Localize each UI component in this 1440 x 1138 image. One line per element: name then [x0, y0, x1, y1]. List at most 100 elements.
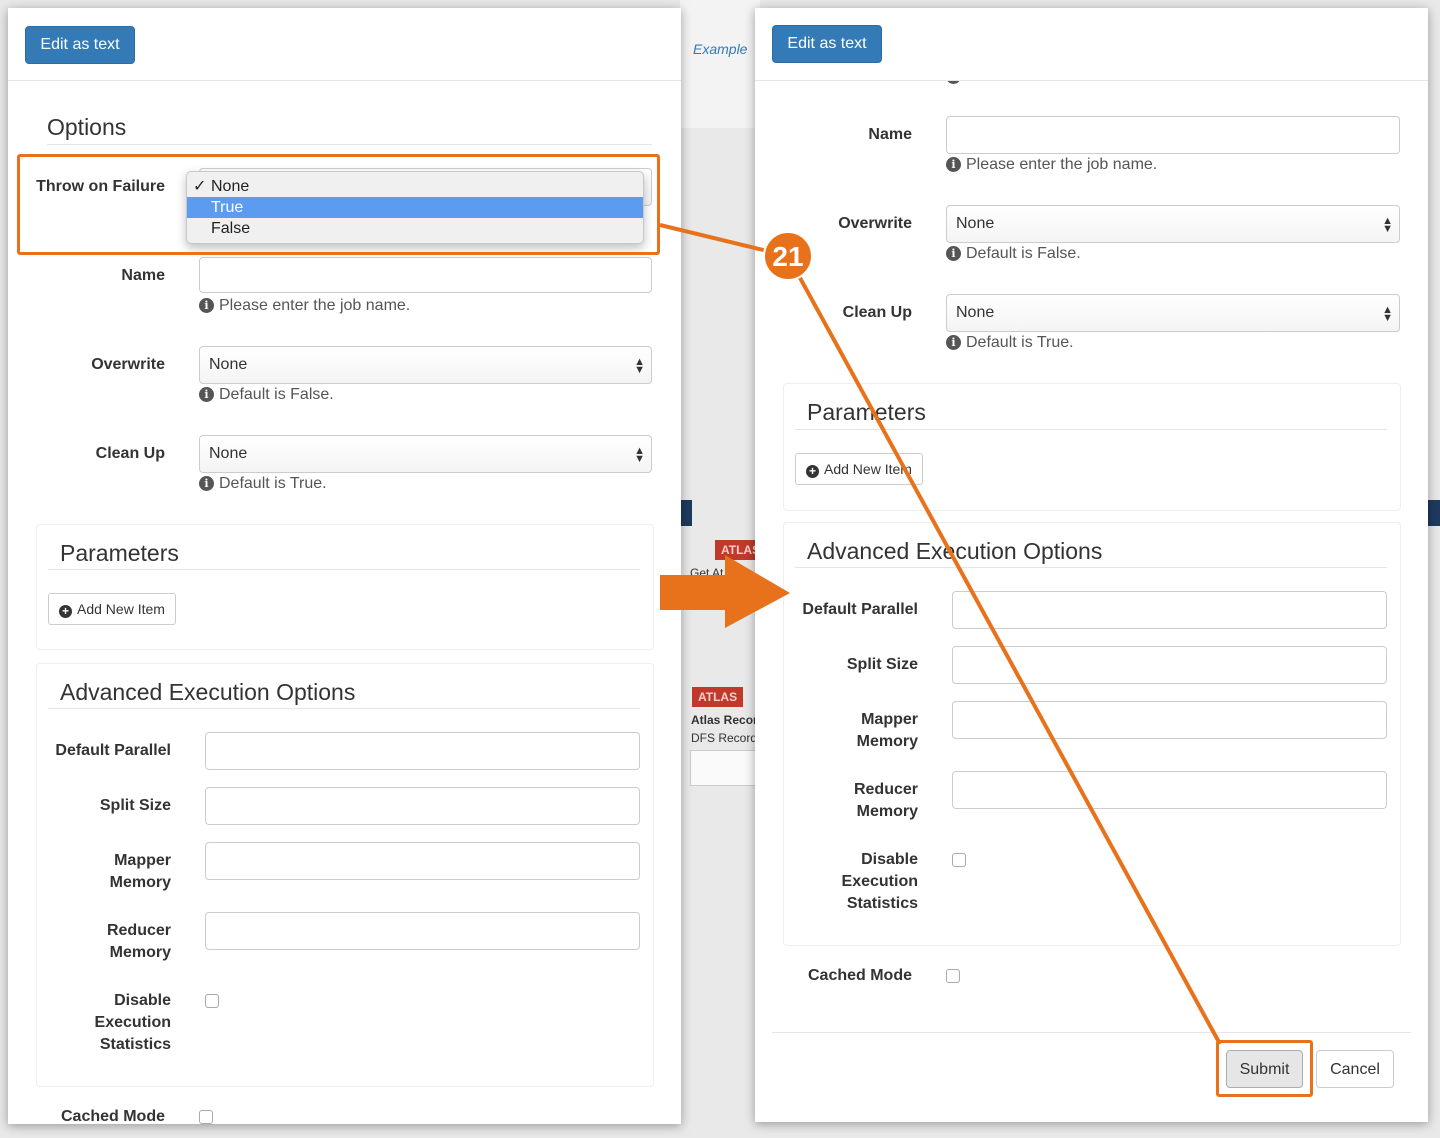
select-value: None	[209, 356, 248, 373]
reducer-memory-input[interactable]	[952, 771, 1387, 809]
divider	[48, 708, 640, 709]
plus-circle-icon: +	[806, 465, 819, 478]
help-text: Please enter the job name.	[966, 156, 1158, 173]
label-line: Mapper	[861, 711, 918, 728]
highlight-throw-on-failure	[17, 154, 660, 255]
clean-up-select[interactable]: None ▲ ▼	[946, 294, 1400, 332]
disable-execution-statistics-label: Disable Execution Statistics	[18, 990, 171, 1056]
advanced-options-heading: Advanced Execution Options	[807, 538, 1103, 564]
split-size-input[interactable]	[205, 787, 640, 825]
label-line: Mapper	[114, 852, 171, 869]
help-text: Default is False.	[966, 245, 1081, 262]
select-arrows-icon: ▲ ▼	[1382, 304, 1393, 324]
overwrite-select[interactable]: None ▲ ▼	[199, 346, 652, 384]
background-link: Example	[693, 41, 748, 57]
edit-as-text-button[interactable]: Edit as text	[25, 26, 135, 64]
reducer-memory-input[interactable]	[205, 912, 640, 950]
select-arrows-icon: ▲ ▼	[634, 445, 645, 465]
reducer-memory-label: Reducer Memory	[765, 779, 918, 823]
parameters-heading: Parameters	[60, 540, 179, 566]
info-icon: i	[946, 335, 961, 350]
mapper-memory-input[interactable]	[205, 842, 640, 880]
clean-up-select[interactable]: None ▲ ▼	[199, 435, 652, 473]
label-line: Memory	[856, 733, 918, 750]
parameters-heading: Parameters	[807, 399, 926, 425]
button-label: Add New Item	[824, 461, 912, 477]
label-line: Disable	[861, 851, 918, 868]
atlas-node-text: Get At	[690, 566, 724, 580]
select-arrows-icon: ▲ ▼	[634, 356, 645, 376]
select-arrows-icon: ▲ ▼	[1382, 215, 1393, 235]
disable-execution-statistics-checkbox[interactable]	[952, 853, 966, 867]
default-parallel-input[interactable]	[205, 732, 640, 770]
cancel-button[interactable]: Cancel	[1316, 1050, 1394, 1088]
overwrite-label: Overwrite	[91, 356, 165, 373]
label-line: Execution	[841, 873, 918, 890]
background-bar	[680, 500, 692, 526]
overwrite-help: i Default is False.	[946, 245, 1081, 263]
modal-toolbar: Edit as text	[755, 8, 1428, 81]
cached-mode-label: Cached Mode	[60, 1108, 165, 1124]
background-node	[690, 750, 756, 786]
atlas-badge: ATLAS	[692, 687, 744, 707]
plus-circle-icon: +	[59, 605, 72, 618]
overwrite-select[interactable]: None ▲ ▼	[946, 205, 1400, 243]
clean-up-label: Clean Up	[842, 304, 912, 321]
divider	[48, 569, 640, 570]
highlight-submit	[1216, 1040, 1313, 1097]
name-input[interactable]	[946, 116, 1400, 154]
divider	[795, 567, 1387, 568]
info-icon: i	[946, 246, 961, 261]
atlas-node-text: DFS Record	[691, 731, 758, 745]
label-line: Memory	[109, 874, 171, 891]
label-line: Statistics	[846, 895, 918, 912]
button-label: Add New Item	[77, 601, 165, 617]
divider	[47, 144, 652, 145]
clean-up-help: i Default is True.	[199, 475, 327, 493]
split-size-label: Split Size	[99, 797, 171, 814]
options-heading: Options	[47, 114, 127, 140]
reducer-memory-label: Reducer Memory	[18, 920, 171, 964]
label-line: Execution	[94, 1014, 171, 1031]
atlas-node-text: Atlas Recor	[691, 713, 758, 727]
default-parallel-label: Default Parallel	[55, 742, 171, 759]
clean-up-help: i Default is True.	[946, 334, 1074, 352]
split-size-input[interactable]	[952, 646, 1387, 684]
help-text: Default is True.	[219, 475, 327, 492]
cached-mode-checkbox[interactable]	[199, 1110, 213, 1124]
cached-mode-checkbox[interactable]	[946, 969, 960, 983]
info-icon: i	[946, 157, 961, 172]
name-help: i Please enter the job name.	[946, 156, 1157, 174]
add-new-item-button[interactable]: + Add New Item	[795, 453, 923, 485]
mapper-memory-input[interactable]	[952, 701, 1387, 739]
edit-as-text-button[interactable]: Edit as text	[772, 25, 882, 63]
name-input[interactable]	[199, 257, 652, 293]
step-number-badge: 21	[763, 231, 813, 281]
cached-mode-label: Cached Mode	[807, 967, 912, 984]
name-label: Name	[868, 126, 912, 143]
default-parallel-input[interactable]	[952, 591, 1387, 629]
clean-up-label: Clean Up	[95, 445, 165, 462]
info-icon: i	[199, 476, 214, 491]
help-text: Please enter the job name.	[219, 297, 411, 314]
background-header	[680, 0, 760, 128]
mapper-memory-label: Mapper Memory	[765, 709, 918, 753]
advanced-options-heading: Advanced Execution Options	[60, 679, 356, 705]
overwrite-help: i Default is False.	[199, 386, 334, 404]
select-value: None	[209, 445, 248, 462]
disable-execution-statistics-checkbox[interactable]	[205, 994, 219, 1008]
select-value: None	[956, 304, 995, 321]
right-modal: Edit as text i Default is False. Name i Pl…	[755, 8, 1428, 1122]
add-new-item-button[interactable]: + Add New Item	[48, 593, 176, 625]
help-text: Default is False.	[219, 386, 334, 403]
label-line: Disable	[114, 992, 171, 1009]
label-line: Memory	[109, 944, 171, 961]
footer-divider	[772, 1032, 1411, 1033]
label-line: Reducer	[853, 781, 918, 798]
name-label: Name	[121, 267, 165, 284]
label-line: Statistics	[99, 1036, 171, 1053]
info-icon: i	[199, 387, 214, 402]
background-bar	[1428, 500, 1440, 526]
modal-toolbar: Edit as text	[8, 8, 681, 81]
default-parallel-label: Default Parallel	[802, 601, 918, 618]
